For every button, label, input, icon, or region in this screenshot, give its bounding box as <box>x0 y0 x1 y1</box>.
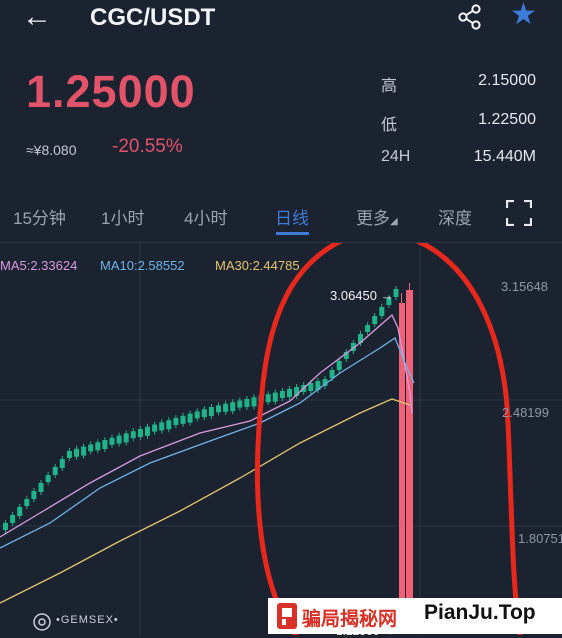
stat-value-24h: 15.440M <box>473 148 536 165</box>
candle-up <box>81 446 87 456</box>
ma30-line <box>0 398 411 604</box>
candle-up <box>365 325 371 332</box>
watermark-en-text: PianJu.Top <box>424 601 536 624</box>
candle-up <box>372 316 378 324</box>
candle-up <box>251 397 257 407</box>
candle-up <box>166 420 172 430</box>
watermark-logo-icon <box>277 603 297 629</box>
candle-up <box>102 440 108 449</box>
candle-up <box>116 435 122 444</box>
ma5-indicator: MA5:2.33624 <box>0 258 78 273</box>
candle-up <box>45 475 51 482</box>
y-axis-label-mid: 2.48199 <box>502 405 549 420</box>
candle-up <box>244 399 250 407</box>
candle-up <box>393 289 399 297</box>
ma30-indicator: MA30:2.44785 <box>215 258 300 273</box>
ma10-line <box>0 337 415 549</box>
candle-up <box>109 437 115 445</box>
candle-down-big <box>406 290 413 627</box>
tab-4hour[interactable]: 4小时 <box>184 204 227 229</box>
candle-up <box>279 391 285 398</box>
ma10-indicator: MA10:2.58552 <box>100 258 185 273</box>
gemsex-logo-icon <box>33 613 51 631</box>
candle-up <box>74 448 79 457</box>
candle-up <box>194 411 200 419</box>
candle-up <box>201 409 207 418</box>
candle-up <box>208 407 214 416</box>
candle-up <box>180 415 186 424</box>
back-arrow-icon[interactable]: ← <box>22 2 52 32</box>
candle-up <box>216 405 221 413</box>
candle-up <box>336 361 342 370</box>
pair-title: CGC/USDT <box>90 4 216 31</box>
candle-up <box>24 499 30 506</box>
y-axis-label-bottom: 1.80751 <box>518 531 562 546</box>
candle-up <box>237 400 243 408</box>
price-change-percent: -20.55% <box>112 136 183 157</box>
fullscreen-icon[interactable] <box>506 200 532 226</box>
candle-up <box>3 523 8 530</box>
dropdown-triangle-icon: ◢ <box>390 216 398 227</box>
candle-up <box>59 459 65 468</box>
candle-up <box>159 422 165 431</box>
candle-up <box>265 394 271 403</box>
candle-up <box>308 383 314 391</box>
cny-equivalent: ≈¥8.080 <box>26 142 77 158</box>
favorite-star-icon[interactable]: ★ <box>510 0 537 30</box>
candle-up <box>287 389 292 397</box>
candle-up <box>38 483 44 492</box>
candle-up <box>88 444 94 452</box>
tab-15min[interactable]: 15分钟 <box>13 204 66 229</box>
candle-up <box>52 467 58 475</box>
candle-up <box>187 413 193 423</box>
active-tab-underline <box>276 232 309 235</box>
stat-value-low: 1.22500 <box>478 111 536 128</box>
candle-up <box>329 370 335 378</box>
candle-up <box>379 307 385 316</box>
watermark-cn-text: 骗局揭秘网 <box>302 609 398 630</box>
candle-up <box>230 402 236 412</box>
candle-up <box>223 403 229 412</box>
candle-up <box>10 515 16 523</box>
tab-more-label: 更多 <box>356 209 390 228</box>
tab-depth[interactable]: 深度 <box>438 204 472 229</box>
y-axis-label-top: 3.15648 <box>501 279 548 294</box>
candle-up <box>31 491 37 499</box>
candle-up <box>137 429 143 437</box>
candle-up <box>95 442 101 451</box>
candle-up <box>145 426 150 436</box>
tab-daily[interactable]: 日线 <box>275 204 309 229</box>
high-price-marker: 3.06450 → <box>330 288 394 303</box>
last-price: 1.25000 <box>26 66 196 117</box>
candle-up <box>123 433 129 443</box>
candle-up <box>66 451 72 458</box>
candlestick-chart[interactable] <box>0 243 562 635</box>
exchange-brand: •GEMSEX• <box>56 614 119 626</box>
candle-up <box>272 392 278 402</box>
stat-label-high: 高 <box>381 78 398 95</box>
candle-up <box>152 424 158 432</box>
stat-value-high: 2.15000 <box>478 72 536 89</box>
candle-up <box>130 431 136 439</box>
candle-up <box>17 507 23 516</box>
tab-more[interactable]: 更多◢ <box>356 204 398 229</box>
tab-1hour[interactable]: 1小时 <box>101 204 144 229</box>
stat-label-low: 低 <box>381 117 398 134</box>
share-icon[interactable] <box>455 4 485 30</box>
ma5-line <box>0 313 413 538</box>
candle-up <box>173 418 179 425</box>
stat-label-24h: 24H <box>381 148 411 165</box>
